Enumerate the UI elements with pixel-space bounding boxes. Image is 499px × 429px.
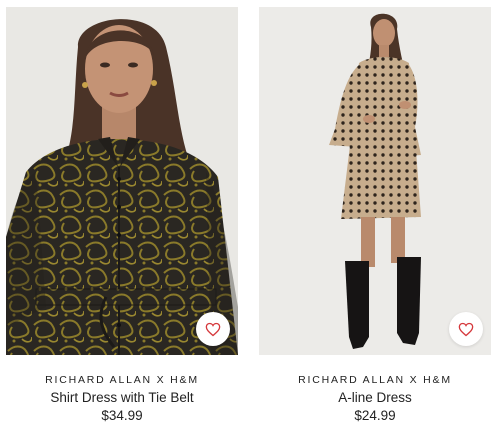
product-card[interactable]: RICHARD ALLAN X H&M Shirt Dress with Tie… xyxy=(6,7,238,423)
product-brand: RICHARD ALLAN X H&M xyxy=(45,374,199,386)
product-price: $34.99 xyxy=(101,408,143,423)
heart-outline-icon xyxy=(458,322,474,336)
favorite-button[interactable] xyxy=(196,312,230,346)
product-brand: RICHARD ALLAN X H&M xyxy=(298,374,452,386)
product-name[interactable]: Shirt Dress with Tie Belt xyxy=(6,390,238,405)
product-name[interactable]: A-line Dress xyxy=(259,390,491,405)
product-image[interactable] xyxy=(259,7,491,355)
product-card[interactable]: RICHARD ALLAN X H&M A-line Dress $24.99 xyxy=(259,7,491,423)
heart-outline-icon xyxy=(205,322,221,336)
product-price: $24.99 xyxy=(354,408,396,423)
favorite-button[interactable] xyxy=(449,312,483,346)
product-image[interactable] xyxy=(6,7,238,355)
